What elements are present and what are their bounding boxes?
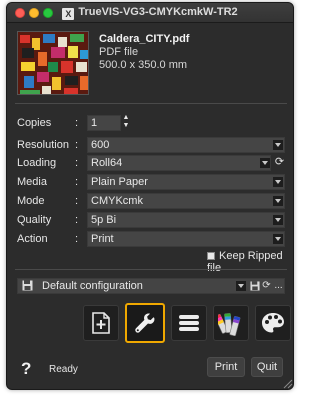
mode-row: Mode : CMYKcmk — [17, 193, 285, 209]
help-button[interactable]: ? — [21, 359, 31, 379]
resolution-select[interactable]: 600 — [87, 137, 285, 153]
copies-row: Copies : 1 ▲ ▼ — [17, 114, 285, 131]
quality-select[interactable]: 5p Bi — [87, 212, 285, 228]
file-name: Caldera_CITY.pdf — [99, 33, 190, 45]
quality-row: Quality : 5p Bi — [17, 212, 285, 228]
mode-select[interactable]: CMYKcmk — [87, 193, 285, 209]
resolution-label: Resolution — [17, 139, 69, 151]
keep-ripped-option[interactable]: Keep Ripped file — [207, 250, 293, 274]
copies-label: Copies — [17, 117, 52, 129]
add-page-icon — [92, 312, 110, 334]
list-icon — [179, 315, 199, 331]
loading-colon: : — [75, 157, 79, 169]
divider — [15, 269, 287, 270]
file-type: PDF file — [99, 46, 139, 58]
copies-colon: : — [75, 117, 79, 129]
app-window: X TrueVIS-VG3-CMYKcmkW-TR2 Caldera_CITY.… — [6, 2, 294, 390]
file-thumbnail — [17, 31, 89, 95]
bottom-bar: ? Ready Print Quit — [7, 351, 293, 389]
color-swatches-icon — [218, 313, 241, 336]
action-label: Action — [17, 233, 48, 245]
stepper-down-icon[interactable]: ▼ — [122, 122, 130, 130]
chevron-down-icon[interactable] — [273, 196, 283, 206]
more-options-button[interactable]: ... — [272, 279, 285, 293]
keep-ripped-label: Keep Ripped file — [207, 250, 283, 274]
resize-grip-icon[interactable] — [283, 379, 293, 389]
quit-button[interactable]: Quit — [251, 357, 283, 377]
quality-colon: : — [75, 214, 79, 226]
print-button[interactable]: Print — [207, 357, 245, 377]
divider — [15, 103, 287, 104]
media-select[interactable]: Plain Paper — [87, 174, 285, 190]
resolution-colon: : — [75, 139, 79, 151]
status-text: Ready — [49, 364, 78, 375]
title-bar: X TrueVIS-VG3-CMYKcmkW-TR2 — [7, 3, 293, 23]
app-icon: X — [62, 8, 75, 20]
floppy-disk-icon — [22, 280, 34, 292]
settings-tool-button[interactable] — [125, 303, 165, 343]
action-row: Action : Print — [17, 231, 285, 247]
file-info-panel: Caldera_CITY.pdf PDF file 500.0 x 350.0 … — [17, 31, 285, 99]
action-colon: : — [75, 233, 79, 245]
loading-row: Loading : Roll64 ⟳ — [17, 155, 285, 171]
loading-select[interactable]: Roll64 — [87, 155, 271, 171]
chevron-down-icon[interactable] — [236, 281, 246, 291]
mode-colon: : — [75, 195, 79, 207]
file-size: 500.0 x 350.0 mm — [99, 59, 188, 71]
palette-icon — [262, 313, 284, 333]
media-colon: : — [75, 176, 79, 188]
copies-stepper[interactable]: ▲ ▼ — [122, 114, 130, 131]
window-title: TrueVIS-VG3-CMYKcmkW-TR2 — [78, 6, 238, 18]
configuration-value: Default configuration — [42, 280, 143, 292]
media-row: Media : Plain Paper — [17, 174, 285, 190]
color-swatches-button[interactable] — [213, 305, 249, 341]
configuration-select[interactable]: Default configuration ⟳ ... — [17, 278, 285, 294]
wrench-icon — [135, 313, 155, 333]
stepper-up-icon[interactable]: ▲ — [122, 114, 130, 122]
media-label: Media — [17, 176, 47, 188]
job-list-button[interactable] — [171, 305, 207, 341]
add-page-button[interactable] — [83, 305, 119, 341]
keep-ripped-checkbox[interactable] — [207, 252, 215, 260]
chevron-down-icon[interactable] — [260, 158, 270, 168]
copies-input[interactable]: 1 — [87, 115, 121, 131]
chevron-down-icon[interactable] — [273, 140, 283, 150]
mode-label: Mode — [17, 195, 45, 207]
color-palette-button[interactable] — [255, 305, 291, 341]
window-title-wrap: X TrueVIS-VG3-CMYKcmkW-TR2 — [7, 6, 293, 20]
chevron-down-icon[interactable] — [273, 177, 283, 187]
refresh-icon[interactable]: ⟳ — [273, 156, 286, 169]
resolution-row: Resolution : 600 — [17, 137, 285, 153]
action-select[interactable]: Print — [87, 231, 285, 247]
loading-label: Loading — [17, 157, 57, 169]
chevron-down-icon[interactable] — [273, 215, 283, 225]
chevron-down-icon[interactable] — [273, 234, 283, 244]
quality-label: Quality — [17, 214, 52, 226]
